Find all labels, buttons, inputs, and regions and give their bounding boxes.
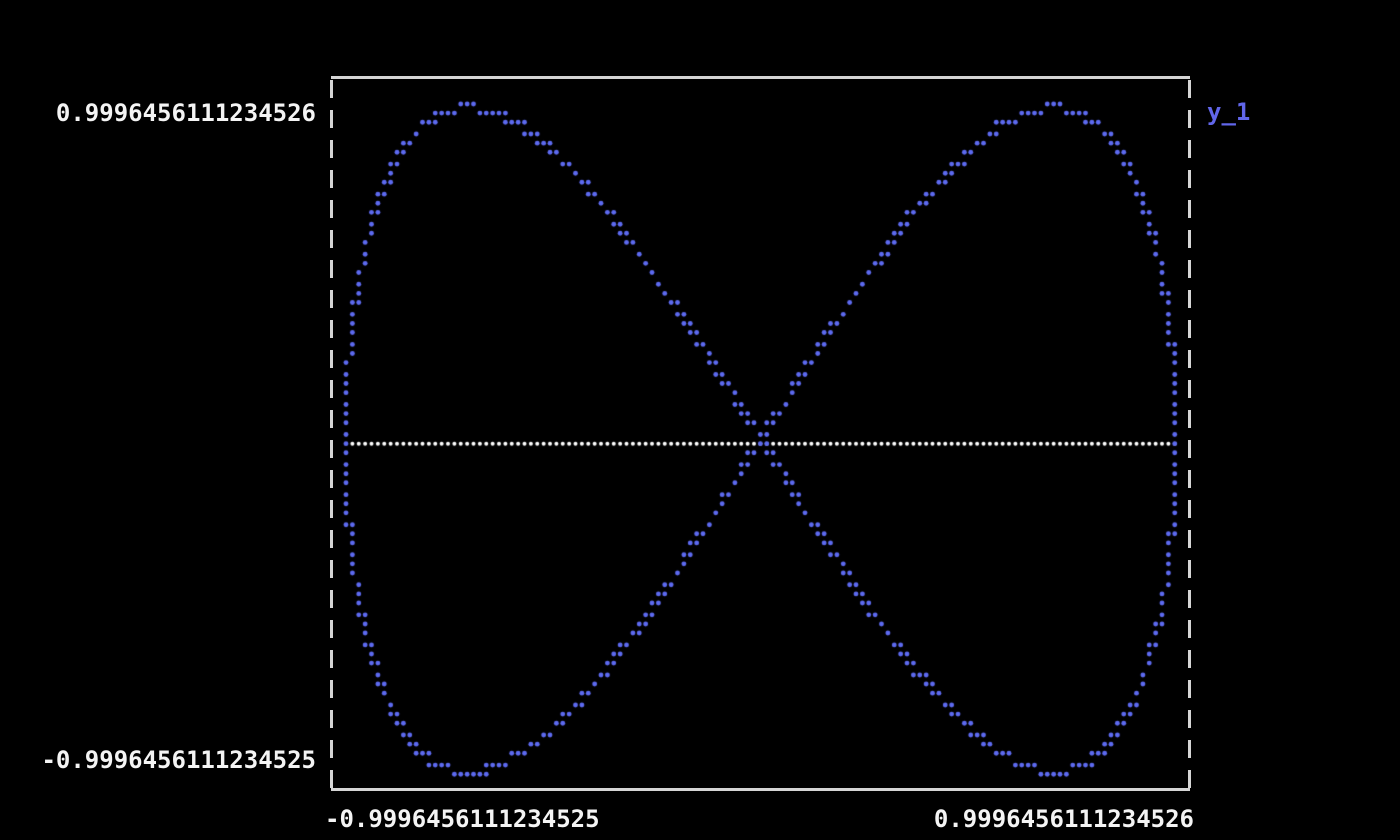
legend-entry-y1: y_1 bbox=[1207, 99, 1250, 125]
x-axis-max-tick-label: 0.9996456111234526 bbox=[934, 806, 1194, 832]
plot-frame-right-border bbox=[1188, 80, 1191, 788]
plot-frame-left-border bbox=[330, 80, 333, 788]
terminal-plot-screen: 0.9996456111234526 -0.9996456111234525 -… bbox=[0, 0, 1400, 840]
plot-frame-top-border bbox=[331, 76, 1190, 79]
x-axis-min-tick-label: -0.9996456111234525 bbox=[325, 806, 600, 832]
y-axis-min-tick-label: -0.9996456111234525 bbox=[41, 747, 316, 773]
y-axis-max-tick-label: 0.9996456111234526 bbox=[56, 100, 316, 126]
plot-frame-bottom-border bbox=[331, 788, 1190, 791]
